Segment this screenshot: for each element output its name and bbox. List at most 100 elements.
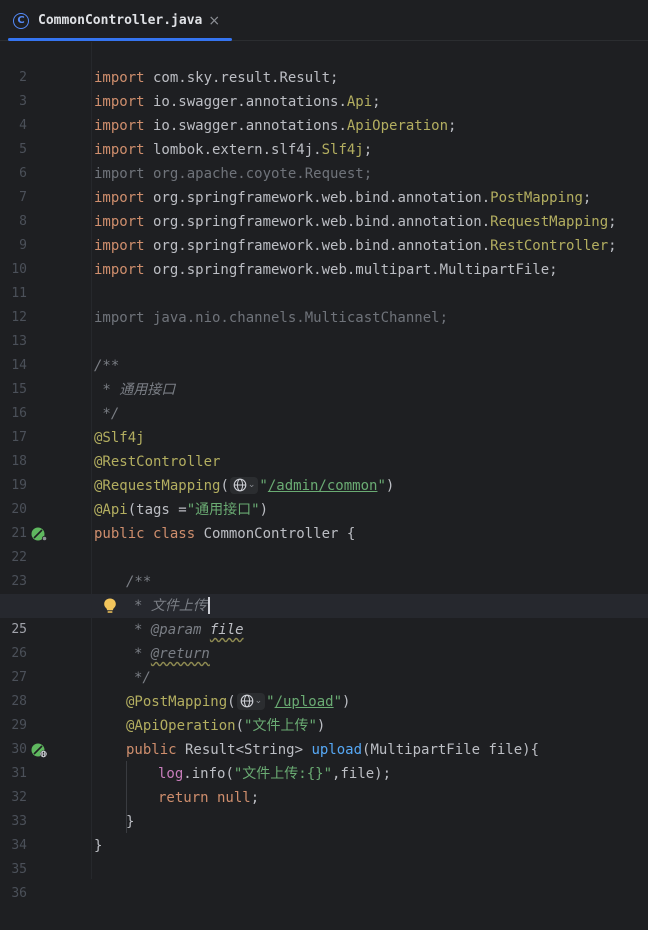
code-line: 20 @RequestMapping(⌄ "/admin/common") bbox=[0, 474, 648, 517]
line-number: 36 bbox=[11, 886, 27, 901]
code-text: Result<String> bbox=[176, 742, 312, 758]
code-text: ; bbox=[608, 238, 617, 254]
unused-import: import org.apache.coyote.Request; bbox=[94, 166, 373, 182]
code-line: 6 import lombok.extern.slf4j.Slf4j; bbox=[0, 138, 648, 181]
code-text: ( bbox=[235, 718, 245, 734]
url-hint-button[interactable]: ⌄ bbox=[236, 692, 266, 710]
code-text: ; bbox=[372, 94, 381, 110]
javadoc-param-name: file bbox=[209, 622, 244, 638]
code-line: 15 /** bbox=[0, 354, 648, 397]
doc-comment: * 文件上传 bbox=[134, 598, 207, 614]
code-line: 12 bbox=[0, 282, 648, 325]
code-text: ,file); bbox=[332, 766, 392, 782]
code-line: 16 * 通用接口 bbox=[0, 378, 648, 421]
doc-comment: /** bbox=[126, 574, 152, 590]
keyword: import bbox=[94, 118, 145, 134]
chevron-down-icon: ⌄ bbox=[254, 696, 263, 706]
string: " bbox=[266, 694, 275, 710]
code-text: .info( bbox=[183, 766, 234, 782]
code-text: ; bbox=[250, 790, 260, 806]
code-line: 24 /** bbox=[0, 570, 648, 613]
code-line: 28 */ bbox=[0, 666, 648, 709]
active-tab-indicator bbox=[8, 38, 232, 41]
code-text: (MultipartFile file){ bbox=[362, 742, 540, 758]
keyword: import bbox=[94, 94, 145, 110]
globe-icon bbox=[233, 478, 247, 492]
code-text: io.swagger.annotations. bbox=[144, 94, 347, 110]
code-line: 35 } bbox=[0, 834, 648, 877]
annotation: @RequestMapping bbox=[94, 478, 221, 494]
chevron-down-icon: ⌄ bbox=[247, 480, 256, 490]
code-text: io.swagger.annotations. bbox=[144, 118, 347, 134]
doc-comment: */ bbox=[134, 670, 151, 686]
string: "文件上传" bbox=[244, 718, 317, 734]
annotation: @ApiOperation bbox=[126, 718, 236, 734]
globe-icon bbox=[240, 694, 253, 708]
code-text: ; bbox=[448, 118, 457, 134]
annotation: @Slf4j bbox=[94, 430, 145, 446]
code-text: } bbox=[126, 814, 135, 830]
code-text: org.springframework.web.bind.annotation. bbox=[144, 190, 491, 206]
keyword: import bbox=[94, 214, 145, 230]
code-line: 5 import io.swagger.annotations.ApiOpera… bbox=[0, 114, 648, 157]
keyword: public bbox=[126, 742, 177, 758]
string: "通用接口" bbox=[186, 502, 260, 518]
javadoc-tag: @return bbox=[150, 646, 210, 662]
keyword: import bbox=[94, 262, 145, 278]
annotation-class: Api bbox=[346, 94, 373, 110]
code-line: 14 bbox=[0, 330, 648, 373]
code-editor[interactable]: 2 3 import com.sky.result.Result; 4 impo… bbox=[0, 42, 648, 901]
unused-import: import java.nio.channels.MulticastChanne… bbox=[94, 310, 449, 326]
annotation-class: ApiOperation bbox=[346, 118, 449, 134]
code-line: 9 import org.springframework.web.bind.an… bbox=[0, 210, 648, 253]
code-line: 34 } bbox=[0, 810, 648, 853]
keyword: import bbox=[94, 70, 145, 86]
code-text: ( bbox=[220, 478, 229, 494]
code-text: CommonController { bbox=[195, 526, 356, 542]
string: " bbox=[259, 478, 268, 494]
code-line: 7 import org.apache.coyote.Request; bbox=[0, 162, 648, 205]
method-name: upload bbox=[311, 742, 363, 758]
code-line: 31 public Result<String> upload(Multipar… bbox=[0, 738, 648, 781]
url-path-link[interactable]: /admin/common bbox=[268, 478, 378, 494]
doc-comment: * 通用接口 bbox=[94, 382, 176, 398]
string: " bbox=[333, 694, 343, 710]
code-line: 19 @RestController bbox=[0, 450, 648, 493]
keyword: import bbox=[94, 238, 145, 254]
class-icon: C bbox=[13, 12, 29, 29]
code-line: 2 bbox=[0, 42, 648, 85]
code-text: ; bbox=[363, 142, 373, 158]
string: " bbox=[377, 478, 386, 494]
code-line: 10 import org.springframework.web.bind.a… bbox=[0, 234, 648, 277]
code-text: ; bbox=[582, 190, 592, 206]
code-line: 29 @PostMapping(⌄ "/upload") bbox=[0, 690, 648, 733]
code-text: ; bbox=[608, 214, 617, 230]
spring-bean-icon[interactable] bbox=[30, 526, 48, 542]
url-hint-button[interactable]: ⌄ bbox=[229, 476, 259, 494]
close-icon[interactable]: × bbox=[208, 14, 220, 28]
code-text: ) bbox=[316, 718, 326, 734]
code-text: (tags = bbox=[127, 502, 187, 518]
file-tab[interactable]: C CommonController.java × bbox=[8, 0, 232, 41]
doc-comment: * bbox=[134, 622, 151, 638]
url-path-link[interactable]: /upload bbox=[275, 694, 334, 710]
code-text: ) bbox=[385, 478, 395, 494]
code-line: 8 import org.springframework.web.bind.an… bbox=[0, 186, 648, 229]
code-line: 17 */ bbox=[0, 402, 648, 445]
annotation: @PostMapping bbox=[126, 694, 228, 710]
keyword: import bbox=[94, 142, 145, 158]
annotation-class: Slf4j bbox=[321, 142, 364, 158]
code-text: org.springframework.web.bind.annotation. bbox=[144, 214, 491, 230]
code-text: lombok.extern.slf4j. bbox=[144, 142, 322, 158]
code-text: ) bbox=[342, 694, 351, 710]
code-text: org.springframework.web.bind.annotation. bbox=[144, 238, 491, 254]
code-line: 11 import org.springframework.web.multip… bbox=[0, 258, 648, 301]
keyword: return null bbox=[158, 790, 251, 806]
tab-file-name: CommonController.java bbox=[38, 13, 203, 28]
code-line: 30 @ApiOperation("文件上传") bbox=[0, 714, 648, 757]
lightbulb-icon[interactable] bbox=[102, 597, 118, 615]
code-line: 22 public class CommonController { bbox=[0, 522, 648, 565]
field-reference: log bbox=[158, 766, 184, 782]
code-line: 27 * @return bbox=[0, 642, 648, 685]
spring-web-endpoint-icon[interactable] bbox=[30, 742, 48, 758]
